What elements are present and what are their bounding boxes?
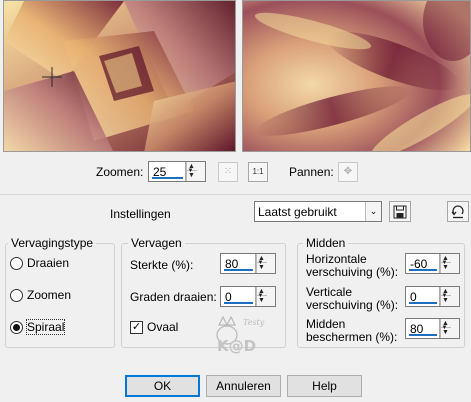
- distortion-type-title: Vervagingstype: [8, 236, 97, 250]
- rotate-label: Graden draaien:: [130, 290, 217, 304]
- rotate-slider-indicator: [224, 302, 253, 304]
- radio-circle[interactable]: [10, 288, 23, 302]
- ok-button[interactable]: OK: [125, 375, 200, 397]
- zoom-stepper[interactable]: 25 ▲ ▼ ▼: [148, 161, 206, 182]
- zoom-label: Zoomen:: [96, 165, 144, 179]
- h-offset-label-1: Horizontale: [306, 252, 367, 266]
- floppy-disk-icon: [393, 205, 407, 219]
- dropdown-arrow-icon[interactable]: ▼: [256, 254, 264, 273]
- settings-label: Instellingen: [110, 207, 171, 221]
- blur-title: Vervagen: [128, 236, 185, 250]
- strength-label: Sterkte (%):: [130, 258, 194, 272]
- protect-label-2: beschermen (%):: [306, 330, 398, 344]
- radio-spiraal-label: Spiraal: [25, 319, 66, 335]
- v-offset-stepper[interactable]: 0 ▲ ▼ ▼: [405, 286, 460, 307]
- protect-stepper[interactable]: 80 ▲ ▼ ▼: [405, 318, 460, 339]
- zoom-dropdown-icon[interactable]: ▼: [186, 162, 194, 181]
- radio-draaien[interactable]: Draaien: [10, 256, 69, 270]
- pan-button[interactable]: ✥: [338, 162, 358, 182]
- h-offset-slider-indicator: [409, 269, 437, 271]
- move-cross-icon: ✥: [343, 166, 353, 177]
- svg-text:K@D: K@D: [217, 337, 256, 355]
- zoom-actual-size-button[interactable]: 1:1: [248, 162, 268, 182]
- zoom-fit-button[interactable]: ⁙: [218, 162, 238, 182]
- strength-slider-indicator: [224, 269, 253, 271]
- h-offset-label-2: verschuiving (%):: [306, 265, 399, 279]
- actual-size-icon: 1:1: [252, 167, 264, 176]
- reset-icon: [451, 205, 464, 219]
- watermark-logo: Testy K@D: [216, 315, 265, 355]
- radio-draaien-label: Draaien: [27, 256, 70, 270]
- radio-zoomen-label: Zoomen: [27, 288, 72, 302]
- protect-label-1: Midden: [306, 317, 346, 331]
- dropdown-arrow-icon[interactable]: ▼: [256, 287, 264, 306]
- radio-circle[interactable]: [10, 256, 23, 270]
- radio-zoomen[interactable]: Zoomen: [10, 288, 71, 302]
- oval-label: Ovaal: [147, 320, 179, 334]
- chevron-down-icon[interactable]: ⌄: [365, 202, 381, 221]
- svg-text:Testy: Testy: [243, 318, 265, 327]
- reset-button[interactable]: [447, 201, 469, 222]
- preview-after: [242, 0, 471, 152]
- rotate-stepper[interactable]: 0 ▲ ▼ ▼: [220, 286, 276, 307]
- oval-checkbox[interactable]: ✓ Ovaal: [130, 320, 178, 334]
- dropdown-arrow-icon[interactable]: ▼: [440, 287, 448, 306]
- zoom-slider-indicator: [152, 177, 183, 179]
- radio-circle-selected[interactable]: [10, 320, 23, 334]
- protect-slider-indicator: [409, 334, 437, 336]
- checkmark-icon[interactable]: ✓: [130, 320, 143, 334]
- dropdown-arrow-icon[interactable]: ▼: [440, 254, 448, 273]
- zoom-fit-icon: ⁙: [223, 166, 233, 177]
- divider: [0, 194, 471, 195]
- preview-before[interactable]: [3, 0, 236, 152]
- save-preset-button[interactable]: [389, 201, 411, 222]
- v-offset-label-2: verschuiving (%):: [306, 298, 399, 312]
- center-title: Midden: [303, 236, 349, 250]
- preset-select[interactable]: Laatst gebruikt ⌄: [254, 201, 382, 222]
- radio-spiraal[interactable]: Spiraal: [10, 319, 66, 335]
- v-offset-label-1: Verticale: [306, 285, 353, 299]
- preset-value: Laatst gebruikt: [258, 205, 337, 219]
- cancel-button[interactable]: Annuleren: [206, 375, 281, 397]
- help-button[interactable]: Help: [287, 375, 362, 397]
- pan-label: Pannen:: [289, 165, 334, 179]
- strength-stepper[interactable]: 80 ▲ ▼ ▼: [220, 253, 276, 274]
- v-offset-slider-indicator: [409, 302, 437, 304]
- h-offset-stepper[interactable]: -60 ▲ ▼ ▼: [405, 253, 460, 274]
- dropdown-arrow-icon[interactable]: ▼: [440, 319, 448, 338]
